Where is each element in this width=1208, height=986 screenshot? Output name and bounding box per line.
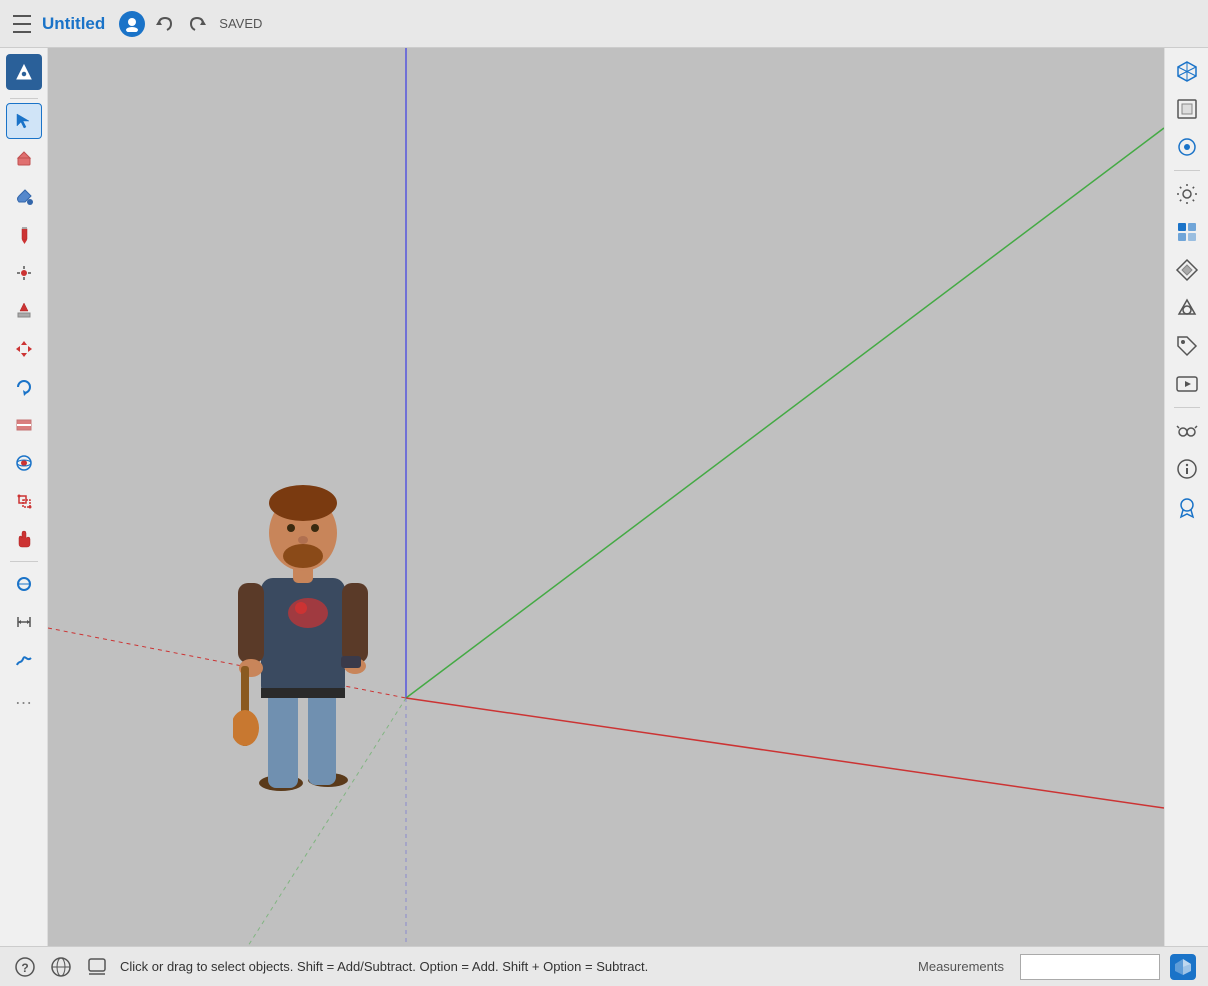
point-tool-button[interactable]: [6, 255, 42, 291]
line-tool-button[interactable]: [6, 217, 42, 253]
extensions-button[interactable]: [1170, 490, 1204, 524]
user-avatar[interactable]: [119, 11, 145, 37]
inspector-button[interactable]: [1170, 414, 1204, 448]
right-toolbar-separator: [1174, 170, 1200, 171]
status-text: Click or drag to select objects. Shift =…: [120, 959, 908, 974]
iso-view-button[interactable]: [1170, 54, 1204, 88]
right-toolbar: [1164, 48, 1208, 946]
human-figure: [233, 418, 373, 798]
materials-button[interactable]: [1170, 253, 1204, 287]
measurements-label: Measurements: [918, 959, 1004, 974]
help-button[interactable]: ?: [12, 954, 38, 980]
globe-button[interactable]: [48, 954, 74, 980]
toolbar-separator: [10, 98, 38, 99]
plugin-tool-button[interactable]: [6, 54, 42, 90]
titlebar: Untitled SAVED: [0, 0, 1208, 48]
dimension-tool-button[interactable]: [6, 604, 42, 640]
viewport-canvas: [48, 48, 1164, 946]
save-status: SAVED: [219, 16, 262, 31]
components-button[interactable]: [1170, 215, 1204, 249]
redo-button[interactable]: [185, 12, 209, 36]
tape-tool-button[interactable]: [6, 566, 42, 602]
document-title: Untitled: [42, 14, 105, 34]
pushpull-tool-button[interactable]: [6, 293, 42, 329]
cursor-icon: [84, 954, 110, 980]
rotate-tool-button[interactable]: [6, 369, 42, 405]
more-tools-button[interactable]: …: [6, 680, 42, 716]
left-toolbar: …: [0, 48, 48, 946]
svg-text:?: ?: [21, 961, 28, 975]
right-toolbar-separator-2: [1174, 407, 1200, 408]
toolbar-separator-2: [10, 561, 38, 562]
settings-button[interactable]: [1170, 177, 1204, 211]
main-area: …: [0, 48, 1208, 946]
freehand-tool-button[interactable]: [6, 642, 42, 678]
menu-button[interactable]: [10, 12, 34, 36]
tags-button[interactable]: [1170, 329, 1204, 363]
sketchup-logo[interactable]: [1170, 954, 1196, 980]
measurements-input[interactable]: [1020, 954, 1160, 980]
undo-button[interactable]: [153, 12, 177, 36]
top-view-button[interactable]: [1170, 92, 1204, 126]
front-view-button[interactable]: [1170, 130, 1204, 164]
move-tool-button[interactable]: [6, 331, 42, 367]
bottombar: ? Click or drag to select objects. Shift…: [0, 946, 1208, 986]
shape-button[interactable]: [1170, 291, 1204, 325]
pan-tool-button[interactable]: [6, 521, 42, 557]
eraser-tool-button[interactable]: [6, 141, 42, 177]
orbit-tool-button[interactable]: [6, 445, 42, 481]
scale-tool-button[interactable]: [6, 483, 42, 519]
info-button[interactable]: [1170, 452, 1204, 486]
select-tool-button[interactable]: [6, 103, 42, 139]
scenes-button[interactable]: [1170, 367, 1204, 401]
viewport[interactable]: [48, 48, 1164, 946]
paint-tool-button[interactable]: [6, 179, 42, 215]
section-tool-button[interactable]: [6, 407, 42, 443]
